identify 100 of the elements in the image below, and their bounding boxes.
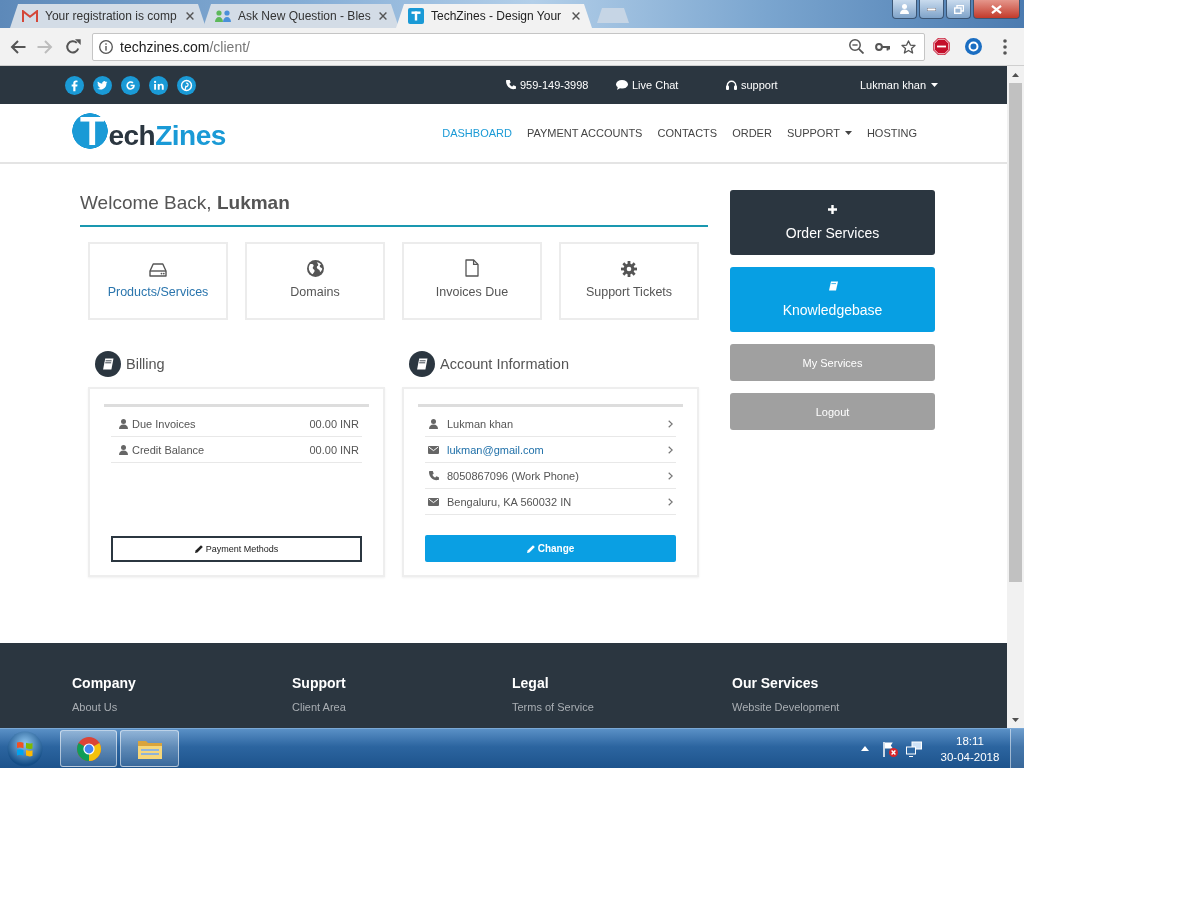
zoom-out-icon[interactable] [849, 39, 864, 54]
document-icon [465, 259, 479, 277]
headset-icon [725, 80, 737, 90]
book-icon [827, 281, 838, 291]
phone-icon [428, 470, 439, 481]
site-favicon-icon [408, 8, 424, 24]
gear-icon [621, 261, 637, 277]
person-icon [119, 418, 128, 429]
close-icon [991, 4, 1002, 14]
footer-heading: Legal [512, 675, 550, 691]
dashboard-tile[interactable]: Support Tickets [559, 242, 699, 320]
chevron-icon[interactable] [668, 497, 673, 506]
row-value: 00.00 INR [309, 443, 360, 456]
pencil-icon [194, 545, 203, 553]
start-orb-icon[interactable] [7, 730, 43, 767]
chevron-icon[interactable] [668, 445, 673, 454]
close-icon[interactable] [186, 12, 194, 20]
menu-icon[interactable] [1003, 38, 1007, 55]
scroll-up-arrow-icon[interactable] [1012, 72, 1019, 77]
info-icon[interactable] [99, 39, 113, 54]
scroll-down-arrow-icon[interactable] [1012, 717, 1019, 722]
profile-button[interactable] [892, 0, 917, 19]
people-favicon-icon [215, 10, 231, 22]
nav-link[interactable]: SUPPORT [786, 127, 852, 139]
browser-tab[interactable]: Your registration is comp [10, 4, 206, 28]
welcome-heading: Welcome Back, Lukman [80, 191, 708, 227]
person-icon [900, 4, 909, 14]
social-media-icon[interactable] [177, 75, 196, 95]
order-services-button[interactable]: Order Services [730, 190, 935, 255]
contact-link[interactable]: Live Chat [615, 79, 726, 91]
payment-methods-button[interactable]: Payment Methods [111, 536, 362, 562]
clock-date[interactable]: 30-04-2018 [940, 748, 1000, 765]
row-label: Due Invoices [132, 417, 196, 430]
flag-icon[interactable] [882, 740, 898, 757]
account-detail: Lukman khan [447, 417, 514, 430]
close-icon[interactable] [379, 12, 387, 20]
footer-link[interactable]: Client Area [292, 700, 512, 714]
book-icon [95, 351, 121, 377]
contact-link[interactable]: support [725, 79, 860, 91]
show-hidden-icons-icon[interactable] [861, 746, 869, 751]
caret-icon [931, 83, 938, 87]
footer-heading: Company [72, 675, 137, 691]
browser-tab[interactable]: TechZines - Design Your [396, 4, 592, 28]
chevron-icon[interactable] [668, 419, 673, 428]
plus-icon [828, 204, 837, 214]
envelope-icon [428, 445, 439, 454]
url-text: techzines.com/client/ [120, 38, 251, 55]
envelope-icon [428, 497, 439, 506]
back-arrow-icon[interactable] [10, 39, 26, 54]
key-icon[interactable] [875, 42, 890, 51]
pencil-icon [526, 544, 535, 553]
nav-link[interactable]: HOSTING [866, 127, 917, 139]
social-media-icon[interactable] [65, 75, 84, 95]
section-title: Account Information [440, 356, 569, 372]
scrollbar[interactable] [1007, 66, 1024, 728]
account-detail: Bengaluru, KA 560032 IN [447, 495, 572, 508]
footer-link[interactable]: About Us [72, 700, 292, 714]
account-detail: 8050867096 (Work Phone) [447, 469, 579, 482]
user-menu[interactable]: Lukman khan [859, 79, 938, 91]
browser-tab[interactable]: Ask New Question - Bles [203, 4, 399, 28]
close-button[interactable] [973, 0, 1020, 19]
nav-link[interactable]: PAYMENT ACCOUNTS [526, 127, 643, 139]
restore-icon [953, 4, 964, 14]
mail-favicon-icon [22, 10, 38, 22]
dashboard-tile[interactable]: Products/Services [88, 242, 228, 320]
show-desktop-button[interactable] [1010, 729, 1024, 768]
ring-icon[interactable] [965, 38, 982, 55]
footer-link[interactable]: Terms of Service [512, 700, 732, 714]
footer-heading: Support [292, 675, 347, 691]
maximize-button[interactable] [946, 0, 971, 19]
minimize-button[interactable] [919, 0, 944, 19]
address-bar[interactable]: techzines.com/client/ [92, 32, 925, 61]
section-title: Billing [126, 356, 165, 372]
scrollbar-thumb[interactable] [1009, 83, 1022, 582]
contact-link[interactable]: 959-149-3998 [505, 79, 616, 91]
email-link[interactable]: lukman@gmail.com [447, 443, 544, 456]
browser-icon [76, 736, 101, 761]
social-media-icon[interactable] [121, 75, 140, 95]
footer-heading: Our Services [732, 675, 820, 691]
social-media-icon[interactable] [93, 75, 112, 95]
chevron-icon[interactable] [668, 471, 673, 480]
clock-time[interactable]: 18:11 [956, 732, 984, 749]
globe-icon [306, 260, 324, 277]
chat-bubble-icon [615, 80, 628, 90]
dashboard-tile[interactable]: Domains [245, 242, 385, 320]
footer-link[interactable]: Website Development [732, 700, 952, 714]
nav-link[interactable]: ORDER [732, 127, 772, 139]
close-icon[interactable] [572, 12, 580, 20]
phone-icon [505, 80, 516, 90]
social-media-icon[interactable] [149, 75, 168, 95]
octagon-icon[interactable] [933, 38, 950, 55]
star-icon[interactable] [901, 39, 916, 54]
dashboard-tile[interactable]: Invoices Due [402, 242, 542, 320]
nav-link[interactable]: CONTACTS [657, 127, 718, 139]
network-icon[interactable] [906, 740, 922, 757]
hard-drive-icon [149, 263, 167, 277]
taskbar-app-button[interactable] [120, 730, 179, 767]
row-label: Credit Balance [132, 443, 205, 456]
reload-icon[interactable] [65, 38, 81, 55]
taskbar-app-button[interactable] [60, 730, 117, 767]
